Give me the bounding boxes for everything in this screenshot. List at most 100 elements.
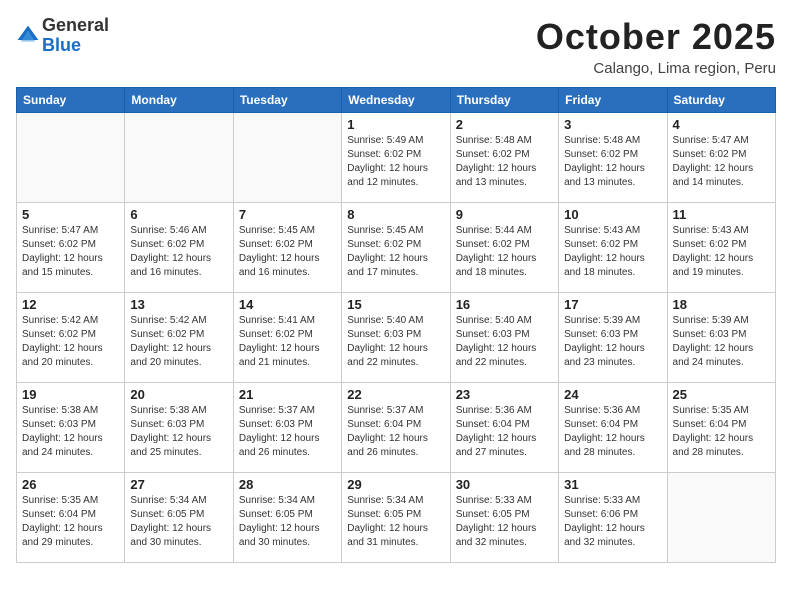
calendar-cell: 16 Sunrise: 5:40 AMSunset: 6:03 PMDayligh… xyxy=(450,293,558,383)
day-number: 24 xyxy=(564,387,661,402)
day-info: Sunrise: 5:43 AMSunset: 6:02 PMDaylight:… xyxy=(564,224,661,280)
calendar-cell: 25 Sunrise: 5:35 AMSunset: 6:04 PMDayligh… xyxy=(667,383,775,473)
calendar-cell: 26 Sunrise: 5:35 AMSunset: 6:04 PMDayligh… xyxy=(17,473,125,563)
calendar-cell: 21Sunrise: 5:37 AMSunset: 6:03 PMDayligh… xyxy=(233,383,341,473)
calendar-cell: 30Sunrise: 5:33 AMSunset: 6:05 PMDayligh… xyxy=(450,473,558,563)
day-info: Sunrise: 5:33 AMSunset: 6:06 PMDaylight:… xyxy=(564,494,661,550)
page-header: General Blue October 2025 Calango, Lima … xyxy=(16,16,776,77)
calendar-cell: 9Sunrise: 5:44 AMSunset: 6:02 PMDaylight… xyxy=(450,203,558,293)
day-number: 9 xyxy=(456,207,553,222)
calendar-table: SundayMondayTuesdayWednesdayThursdayFrid… xyxy=(16,87,776,563)
day-number: 23 xyxy=(456,387,553,402)
day-number: 31 xyxy=(564,477,661,492)
calendar-cell: 8Sunrise: 5:45 AMSunset: 6:02 PMDaylight… xyxy=(342,203,450,293)
calendar-header: SundayMondayTuesdayWednesdayThursdayFrid… xyxy=(17,88,776,113)
day-number: 29 xyxy=(347,477,444,492)
calendar-cell xyxy=(667,473,775,563)
day-info: Sunrise: 5:37 AMSunset: 6:04 PMDaylight:… xyxy=(347,404,444,460)
day-info: Sunrise: 5:35 AMSunset: 6:04 PMDaylight:… xyxy=(22,494,119,550)
day-number: 8 xyxy=(347,207,444,222)
week-row-2: 5Sunrise: 5:47 AMSunset: 6:02 PMDaylight… xyxy=(17,203,776,293)
logo-icon xyxy=(16,24,40,48)
day-info: Sunrise: 5:38 AMSunset: 6:03 PMDaylight:… xyxy=(22,404,119,460)
day-info: Sunrise: 5:36 AMSunset: 6:04 PMDaylight:… xyxy=(456,404,553,460)
day-info: Sunrise: 5:35 AMSunset: 6:04 PMDaylight:… xyxy=(673,404,770,460)
week-row-3: 12Sunrise: 5:42 AMSunset: 6:02 PMDayligh… xyxy=(17,293,776,383)
day-info: Sunrise: 5:40 AMSunset: 6:03 PMDaylight:… xyxy=(456,314,553,370)
day-info: Sunrise: 5:48 AMSunset: 6:02 PMDaylight:… xyxy=(456,134,553,190)
day-number: 16 xyxy=(456,297,553,312)
header-monday: Monday xyxy=(125,88,233,113)
calendar-cell: 4 Sunrise: 5:47 AMSunset: 6:02 PMDaylight… xyxy=(667,113,775,203)
day-info: Sunrise: 5:47 AMSunset: 6:02 PMDaylight:… xyxy=(673,134,770,190)
calendar-cell: 5Sunrise: 5:47 AMSunset: 6:02 PMDaylight… xyxy=(17,203,125,293)
header-sunday: Sunday xyxy=(17,88,125,113)
logo-blue: Blue xyxy=(42,36,109,56)
day-number: 4 xyxy=(673,117,770,132)
calendar-cell: 20 Sunrise: 5:38 AMSunset: 6:03 PMDayligh… xyxy=(125,383,233,473)
logo-text: General Blue xyxy=(42,16,109,56)
day-number: 11 xyxy=(673,207,770,222)
day-number: 19 xyxy=(22,387,119,402)
day-info: Sunrise: 5:37 AMSunset: 6:03 PMDaylight:… xyxy=(239,404,336,460)
day-info: Sunrise: 5:42 AMSunset: 6:02 PMDaylight:… xyxy=(22,314,119,370)
day-info: Sunrise: 5:34 AMSunset: 6:05 PMDaylight:… xyxy=(239,494,336,550)
header-row: SundayMondayTuesdayWednesdayThursdayFrid… xyxy=(17,88,776,113)
logo: General Blue xyxy=(16,16,109,56)
day-number: 26 xyxy=(22,477,119,492)
day-number: 27 xyxy=(130,477,227,492)
calendar-cell: 28 Sunrise: 5:34 AMSunset: 6:05 PMDayligh… xyxy=(233,473,341,563)
calendar-cell: 17Sunrise: 5:39 AMSunset: 6:03 PMDayligh… xyxy=(559,293,667,383)
day-info: Sunrise: 5:38 AMSunset: 6:03 PMDaylight:… xyxy=(130,404,227,460)
calendar-cell xyxy=(125,113,233,203)
day-number: 25 xyxy=(673,387,770,402)
calendar-cell: 19 Sunrise: 5:38 AMSunset: 6:03 PMDayligh… xyxy=(17,383,125,473)
day-number: 10 xyxy=(564,207,661,222)
header-tuesday: Tuesday xyxy=(233,88,341,113)
title-area: October 2025 Calango, Lima region, Peru xyxy=(536,16,776,77)
day-info: Sunrise: 5:34 AMSunset: 6:05 PMDaylight:… xyxy=(130,494,227,550)
day-info: Sunrise: 5:43 AMSunset: 6:02 PMDaylight:… xyxy=(673,224,770,280)
calendar-cell: 12Sunrise: 5:42 AMSunset: 6:02 PMDayligh… xyxy=(17,293,125,383)
calendar-body: 1Sunrise: 5:49 AMSunset: 6:02 PMDaylight… xyxy=(17,113,776,563)
day-info: Sunrise: 5:42 AMSunset: 6:02 PMDaylight:… xyxy=(130,314,227,370)
day-number: 13 xyxy=(130,297,227,312)
day-number: 1 xyxy=(347,117,444,132)
day-info: Sunrise: 5:39 AMSunset: 6:03 PMDaylight:… xyxy=(673,314,770,370)
calendar-cell: 27 Sunrise: 5:34 AMSunset: 6:05 PMDayligh… xyxy=(125,473,233,563)
calendar-cell: 14Sunrise: 5:41 AMSunset: 6:02 PMDayligh… xyxy=(233,293,341,383)
calendar-cell: 31 Sunrise: 5:33 AMSunset: 6:06 PMDayligh… xyxy=(559,473,667,563)
calendar-cell: 7Sunrise: 5:45 AMSunset: 6:02 PMDaylight… xyxy=(233,203,341,293)
calendar-cell: 6 Sunrise: 5:46 AMSunset: 6:02 PMDaylight… xyxy=(125,203,233,293)
day-info: Sunrise: 5:40 AMSunset: 6:03 PMDaylight:… xyxy=(347,314,444,370)
calendar-cell: 29 Sunrise: 5:34 AMSunset: 6:05 PMDayligh… xyxy=(342,473,450,563)
day-number: 7 xyxy=(239,207,336,222)
day-info: Sunrise: 5:46 AMSunset: 6:02 PMDaylight:… xyxy=(130,224,227,280)
day-number: 18 xyxy=(673,297,770,312)
header-thursday: Thursday xyxy=(450,88,558,113)
day-number: 20 xyxy=(130,387,227,402)
day-number: 6 xyxy=(130,207,227,222)
day-info: Sunrise: 5:48 AMSunset: 6:02 PMDaylight:… xyxy=(564,134,661,190)
calendar-cell: 22 Sunrise: 5:37 AMSunset: 6:04 PMDayligh… xyxy=(342,383,450,473)
header-wednesday: Wednesday xyxy=(342,88,450,113)
week-row-4: 19 Sunrise: 5:38 AMSunset: 6:03 PMDayligh… xyxy=(17,383,776,473)
day-number: 28 xyxy=(239,477,336,492)
calendar-cell xyxy=(17,113,125,203)
calendar-cell: 18 Sunrise: 5:39 AMSunset: 6:03 PMDayligh… xyxy=(667,293,775,383)
day-number: 3 xyxy=(564,117,661,132)
week-row-1: 1Sunrise: 5:49 AMSunset: 6:02 PMDaylight… xyxy=(17,113,776,203)
header-friday: Friday xyxy=(559,88,667,113)
calendar-cell: 15Sunrise: 5:40 AMSunset: 6:03 PMDayligh… xyxy=(342,293,450,383)
calendar-cell: 3 Sunrise: 5:48 AMSunset: 6:02 PMDaylight… xyxy=(559,113,667,203)
calendar-cell xyxy=(233,113,341,203)
calendar-cell: 10 Sunrise: 5:43 AMSunset: 6:02 PMDayligh… xyxy=(559,203,667,293)
day-number: 22 xyxy=(347,387,444,402)
day-info: Sunrise: 5:41 AMSunset: 6:02 PMDaylight:… xyxy=(239,314,336,370)
week-row-5: 26 Sunrise: 5:35 AMSunset: 6:04 PMDayligh… xyxy=(17,473,776,563)
day-number: 5 xyxy=(22,207,119,222)
calendar-cell: 23 Sunrise: 5:36 AMSunset: 6:04 PMDayligh… xyxy=(450,383,558,473)
month-title: October 2025 xyxy=(536,16,776,58)
day-info: Sunrise: 5:34 AMSunset: 6:05 PMDaylight:… xyxy=(347,494,444,550)
header-saturday: Saturday xyxy=(667,88,775,113)
